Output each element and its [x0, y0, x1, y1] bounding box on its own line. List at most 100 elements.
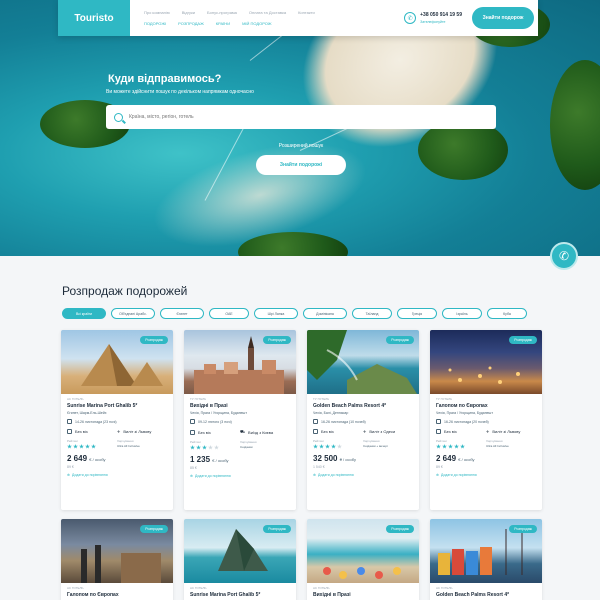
bus-icon: ⛟ [240, 429, 246, 434]
rating-label: Рейтинг [67, 439, 79, 443]
nav-link-reviews[interactable]: Відгуки [182, 10, 195, 15]
nav-link-payment[interactable]: Оплата та Доставка [249, 10, 286, 15]
search-icon [114, 112, 123, 122]
rating-stars [436, 444, 486, 449]
tour-name[interactable]: Sunrise Marina Port Ghalib 5* [67, 403, 167, 409]
phone-number[interactable]: +38 050 914 19 59 [420, 12, 462, 18]
visa-info: Без віз [75, 429, 88, 434]
tour-card[interactable]: Розпродаж ТУ ГОТЕЛЬ Галопом по Європах Ч… [430, 330, 542, 510]
nav-link-countries[interactable]: КРАЇНИ [216, 21, 230, 26]
compare-link[interactable]: ⊕ Додати до порівняння [190, 474, 290, 478]
tour-card[interactable]: Розпродаж АС ГОТЕЛЬ Галопом по Європах [61, 519, 173, 600]
phone-contact[interactable]: ✆ +38 050 914 19 59 Зателефонуйте [404, 12, 462, 24]
tour-photo: Розпродаж [61, 519, 173, 583]
filter-chip[interactable]: Греція [397, 308, 437, 319]
flight-info: Виїзд з Києва [248, 429, 274, 435]
tour-dates: 14-26 листопада (23 ночі) [75, 419, 117, 424]
filter-chip[interactable]: ОАЕ [209, 308, 249, 319]
find-trips-button[interactable]: Знайти подорожі [256, 155, 346, 175]
section-title: Розпродаж подорожей [62, 284, 188, 298]
calendar-icon [67, 419, 72, 424]
hotel-tag: АС ГОТЕЛЬ [67, 397, 84, 401]
filter-chip[interactable]: Таїланд [352, 308, 392, 319]
tour-name[interactable]: Golden Beach Palms Resort 4* [436, 592, 536, 598]
compare-link[interactable]: ⊕ Додати до порівняння [313, 473, 413, 477]
visa-info: Без віз [444, 429, 457, 434]
tour-name[interactable]: Sunrise Marina Port Ghalib 5* [190, 592, 290, 598]
tour-location: Чехія, Прага / Угорщина, Будапешт [190, 411, 247, 415]
tour-dates: 16-26 листопада (20 ночей) [444, 419, 489, 424]
compare-link[interactable]: ⊕ Додати до порівняння [67, 473, 167, 477]
tour-name[interactable]: Галопом по Європах [436, 403, 536, 409]
rating-label: Рейтинг [436, 439, 448, 443]
tour-name[interactable]: Golden Beach Palms Resort 4* [313, 403, 413, 409]
tour-photo: Розпродаж [184, 330, 296, 394]
tour-location: Єгипет, Шарм-Ель-Шейх [67, 411, 107, 415]
tour-name[interactable]: Вихідні в Празі [313, 592, 413, 598]
sale-badge: Розпродаж [509, 336, 537, 344]
callback-phone-icon[interactable]: ✆ [550, 242, 578, 270]
rating-label: Рейтинг [190, 440, 202, 444]
tour-photo: Розпродаж [61, 330, 173, 394]
meals-value: Ultra All Inclusive [486, 444, 509, 448]
nav-link-sales[interactable]: РОЗПРОДАЖ [178, 21, 204, 26]
filter-chip[interactable]: Шрі Ланка [254, 308, 298, 319]
tour-card[interactable]: Розпродаж ТУ ГОТЕЛЬ Вихідні в Празі Чехі… [184, 330, 296, 510]
phone-icon: ✆ [404, 12, 417, 24]
find-trip-header-button[interactable]: Знайти подорож [472, 7, 534, 29]
nav-link-contacts[interactable]: Контакти [298, 10, 315, 15]
filter-chip[interactable]: Всі країни [62, 308, 106, 319]
plane-icon: ✈ [117, 429, 121, 434]
nav-link-trips[interactable]: ПОДОРОЖІ [144, 21, 166, 26]
visa-info: Без віз [321, 429, 334, 434]
phone-callback-link[interactable]: Зателефонуйте [420, 20, 462, 24]
meals-label: Харчування [117, 439, 134, 443]
filter-chip[interactable]: Куба [487, 308, 527, 319]
tour-card[interactable]: Розпродаж АС ГОТЕЛЬ Вихідні в Празі [307, 519, 419, 600]
meals-label: Харчування [363, 439, 380, 443]
old-price: 85 € [190, 466, 197, 470]
meals-label: Харчування [240, 440, 257, 444]
tour-price: 32 500 ₴ / особу [313, 454, 356, 463]
tour-price: 2 649 € / особу [67, 454, 106, 463]
tour-card[interactable]: Розпродаж АС ГОТЕЛЬ Sunrise Marina Port … [184, 519, 296, 600]
search-input[interactable] [129, 114, 469, 120]
filter-chip[interactable]: Ізраїль [442, 308, 482, 319]
plane-icon: ✈ [363, 429, 367, 434]
rating-stars [67, 444, 117, 449]
meals-value: Сніданки [240, 445, 253, 449]
compare-icon: ⊕ [190, 474, 193, 478]
hotel-tag: АС ГОТЕЛЬ [190, 586, 207, 590]
advanced-search-link[interactable]: Розширений пошук [273, 143, 329, 149]
hero-title: Куди відправимось? [108, 73, 222, 85]
calendar-icon [313, 419, 318, 424]
filter-chip[interactable]: Об'єднані Арабс. [111, 308, 155, 319]
nav-link-bonus[interactable]: Бонус-програма [207, 10, 237, 15]
tour-card[interactable]: Розпродаж АС ГОТЕЛЬ Golden Beach Palms R… [430, 519, 542, 600]
passport-icon [67, 429, 72, 434]
tour-photo: Розпродаж [430, 519, 542, 583]
main-nav: Про компанію Відгуки Бонус-програма Опла… [130, 10, 404, 26]
logo[interactable]: Touristo [58, 0, 130, 36]
tour-name[interactable]: Галопом по Європах [67, 592, 167, 598]
passport-icon [190, 429, 195, 435]
site-header: Touristo Про компанію Відгуки Бонус-прог… [58, 0, 538, 36]
search-bar[interactable] [106, 105, 496, 129]
tour-name[interactable]: Вихідні в Празі [190, 403, 290, 409]
sale-badge: Розпродаж [263, 336, 291, 344]
tour-dates: 16-26 листопада (10 ночей) [321, 419, 366, 424]
filter-chip[interactable]: Єгипет [160, 308, 204, 319]
tour-photo: Розпродаж [307, 330, 419, 394]
nav-link-about[interactable]: Про компанію [144, 10, 170, 15]
compare-link[interactable]: ⊕ Додати до порівняння [436, 473, 536, 477]
calendar-icon [190, 419, 195, 424]
calendar-icon [436, 419, 441, 424]
tour-card[interactable]: Розпродаж ТУ ГОТЕЛЬ Golden Beach Palms R… [307, 330, 419, 510]
tour-card[interactable]: Розпродаж АС ГОТЕЛЬ Sunrise Marina Port … [61, 330, 173, 510]
tour-photo: Розпродаж [184, 519, 296, 583]
sale-badge: Розпродаж [386, 525, 414, 533]
compare-icon: ⊕ [313, 473, 316, 477]
nav-link-my-trip[interactable]: МІЙ ПОДОРОЖ [242, 21, 271, 26]
tour-photo: Розпродаж [430, 330, 542, 394]
filter-chip[interactable]: Домінікана [303, 308, 347, 319]
